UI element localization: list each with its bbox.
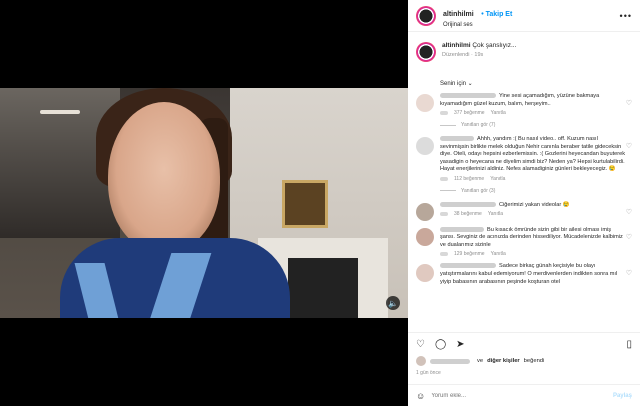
- heart-icon[interactable]: ♡: [626, 208, 632, 216]
- heart-icon[interactable]: ♡: [626, 269, 632, 277]
- comment-line: Sadece birkaç günah keçisiyle bu olayı y…: [440, 263, 626, 286]
- comment-item: Bu kısacık ömründe sizin gibi bir ailesi…: [416, 227, 632, 257]
- comment-time: [440, 212, 448, 217]
- author-username[interactable]: altinhilmi: [443, 11, 474, 18]
- liker-name-blurred[interactable]: [430, 358, 470, 364]
- bookmark-icon[interactable]: ▯: [626, 339, 632, 350]
- comment-meta: 129 beğenme Yanıtla: [440, 251, 626, 257]
- view-replies-button[interactable]: Yanıtları gör (7): [440, 122, 632, 128]
- action-icons: ♡ ◯ ➤ ▯: [416, 339, 632, 350]
- follow-button[interactable]: • Takip Et: [481, 11, 512, 18]
- caption-body: altinhilmi Çok şanslıyız... Düzenlendi ·…: [442, 42, 516, 58]
- post-media: 🔈: [0, 0, 408, 406]
- comments-scroll[interactable]: altinhilmi Çok şanslıyız... Düzenlendi ·…: [408, 32, 640, 332]
- replies-line: [440, 124, 456, 126]
- comment-line: Ahhh, yandım :( Bu nasıl video.. off. Ku…: [440, 136, 626, 174]
- reply-button[interactable]: Yanıtla: [488, 211, 503, 217]
- commenter-name-blurred[interactable]: [440, 201, 496, 207]
- post-video[interactable]: 🔈: [0, 88, 408, 318]
- likes-others[interactable]: diğer kişiler: [487, 358, 520, 364]
- ceiling-light: [40, 110, 80, 114]
- replies-line: [440, 190, 456, 192]
- commenter-name-blurred[interactable]: [440, 136, 474, 142]
- comment-likes[interactable]: 38 beğenme: [454, 211, 482, 217]
- comment-line: Bu kısacık ömründe sizin gibi bir ailesi…: [440, 227, 626, 250]
- caption-meta: Düzenlendi · 19s: [442, 52, 484, 58]
- wall-painting: [282, 180, 328, 228]
- caption-line: altinhilmi Çok şanslıyız...: [442, 42, 516, 49]
- comment-line: Yine sesi açamadığım, yüzüne bakmaya kıy…: [440, 93, 626, 108]
- share-icon[interactable]: ➤: [456, 339, 464, 350]
- commenter-avatar[interactable]: [416, 94, 434, 112]
- audio-label[interactable]: Orijinal ses: [443, 22, 512, 29]
- liker-avatar: [416, 356, 426, 366]
- heart-icon[interactable]: ♡: [626, 99, 632, 107]
- comment-meta: 377 beğenme Yanıtla: [440, 110, 626, 116]
- comment-input[interactable]: [431, 392, 613, 399]
- commenter-name-blurred[interactable]: [440, 263, 496, 269]
- caption-text: Çok şanslıyız...: [472, 42, 517, 49]
- emoji-icon[interactable]: ☺: [416, 391, 425, 401]
- commenter-avatar[interactable]: [416, 202, 434, 221]
- commenter-avatar[interactable]: [416, 137, 434, 156]
- reply-button[interactable]: Yanıtla: [491, 251, 506, 257]
- commenter-avatar[interactable]: [416, 227, 434, 246]
- post-side-panel: altinhilmi • Takip Et Orijinal ses ••• a…: [408, 0, 640, 406]
- fireplace-opening: [288, 258, 358, 318]
- person-face: [108, 102, 220, 252]
- instagram-post-modal: 🔈 altinhilmi • Takip Et Orijinal ses •••…: [0, 0, 640, 406]
- comment-body: Ciğerimizi yakan videolar 😢 38 beğenme Ya…: [440, 202, 626, 217]
- comment-likes[interactable]: 377 beğenme: [454, 110, 485, 116]
- comment-time: [440, 176, 448, 181]
- caption-username[interactable]: altinhilmi: [442, 42, 471, 49]
- follow-label: Takip Et: [485, 11, 513, 19]
- post-header: altinhilmi • Takip Et Orijinal ses •••: [408, 0, 640, 32]
- post-comment-button[interactable]: Paylaş: [613, 393, 632, 399]
- commenter-name-blurred[interactable]: [440, 226, 484, 232]
- comment-item: Ciğerimizi yakan videolar 😢 38 beğenme Ya…: [416, 202, 632, 221]
- reply-button[interactable]: Yanıtla: [491, 110, 506, 116]
- comment-likes[interactable]: 112 beğenme: [454, 176, 484, 182]
- heart-icon[interactable]: ♡: [626, 233, 632, 241]
- comment-body: Bu kısacık ömründe sizin gibi bir ailesi…: [440, 227, 626, 257]
- comment-sort-dropdown[interactable]: Senin için ⌄: [440, 80, 632, 87]
- more-icon[interactable]: •••: [620, 11, 632, 21]
- comment-body: Ahhh, yandım :( Bu nasıl video.. off. Ku…: [440, 136, 626, 182]
- author-info: altinhilmi • Takip Et Orijinal ses: [443, 2, 512, 28]
- heart-icon[interactable]: ♡: [626, 142, 632, 150]
- post-caption: altinhilmi Çok şanslıyız... Düzenlendi ·…: [416, 42, 632, 62]
- comment-body: Yine sesi açamadığım, yüzüne bakmaya kıy…: [440, 93, 626, 116]
- comment-meta: 112 beğenme Yanıtla: [440, 176, 626, 182]
- comment-text: Ahhh, yandım :( Bu nasıl video.. off. Ku…: [440, 136, 626, 173]
- speaker-icon[interactable]: 🔈: [386, 296, 400, 310]
- comment-time: [440, 252, 448, 257]
- reply-button[interactable]: Yanıtla: [490, 176, 505, 182]
- comment-line: Ciğerimizi yakan videolar 😢: [440, 202, 626, 210]
- likes-summary[interactable]: ve diğer kişiler beğendi: [416, 356, 632, 366]
- commenter-name-blurred[interactable]: [440, 93, 496, 99]
- author-avatar[interactable]: [416, 5, 436, 26]
- comment-item: Yine sesi açamadığım, yüzüne bakmaya kıy…: [416, 93, 632, 116]
- add-comment-bar: ☺ Paylaş: [408, 384, 640, 406]
- comment-meta: 38 beğenme Yanıtla: [440, 211, 626, 217]
- comment-body: Sadece birkaç günah keçisiyle bu olayı y…: [440, 263, 626, 286]
- view-replies-button[interactable]: Yanıtları gör (3): [440, 188, 632, 194]
- view-replies-label: Yanıtları gör (3): [461, 187, 496, 194]
- comment-text: Ciğerimizi yakan videolar 😢: [499, 201, 570, 208]
- view-replies-label: Yanıtları gör (7): [461, 122, 496, 129]
- post-actions: ♡ ◯ ➤ ▯ ve diğer kişiler beğendi 1 gün ö…: [408, 332, 640, 384]
- comment-icon[interactable]: ◯: [435, 339, 446, 350]
- comment-item: Ahhh, yandım :( Bu nasıl video.. off. Ku…: [416, 136, 632, 182]
- commenter-avatar[interactable]: [416, 264, 434, 283]
- author-avatar[interactable]: [416, 42, 436, 62]
- post-timestamp[interactable]: 1 gün önce: [416, 370, 632, 376]
- comment-likes[interactable]: 129 beğenme: [454, 251, 485, 257]
- comment-time: [440, 111, 448, 116]
- heart-icon[interactable]: ♡: [416, 339, 425, 350]
- comment-item: Sadece birkaç günah keçisiyle bu olayı y…: [416, 263, 632, 286]
- likes-tail: beğendi: [523, 358, 545, 364]
- likes-connector: ve: [477, 358, 484, 364]
